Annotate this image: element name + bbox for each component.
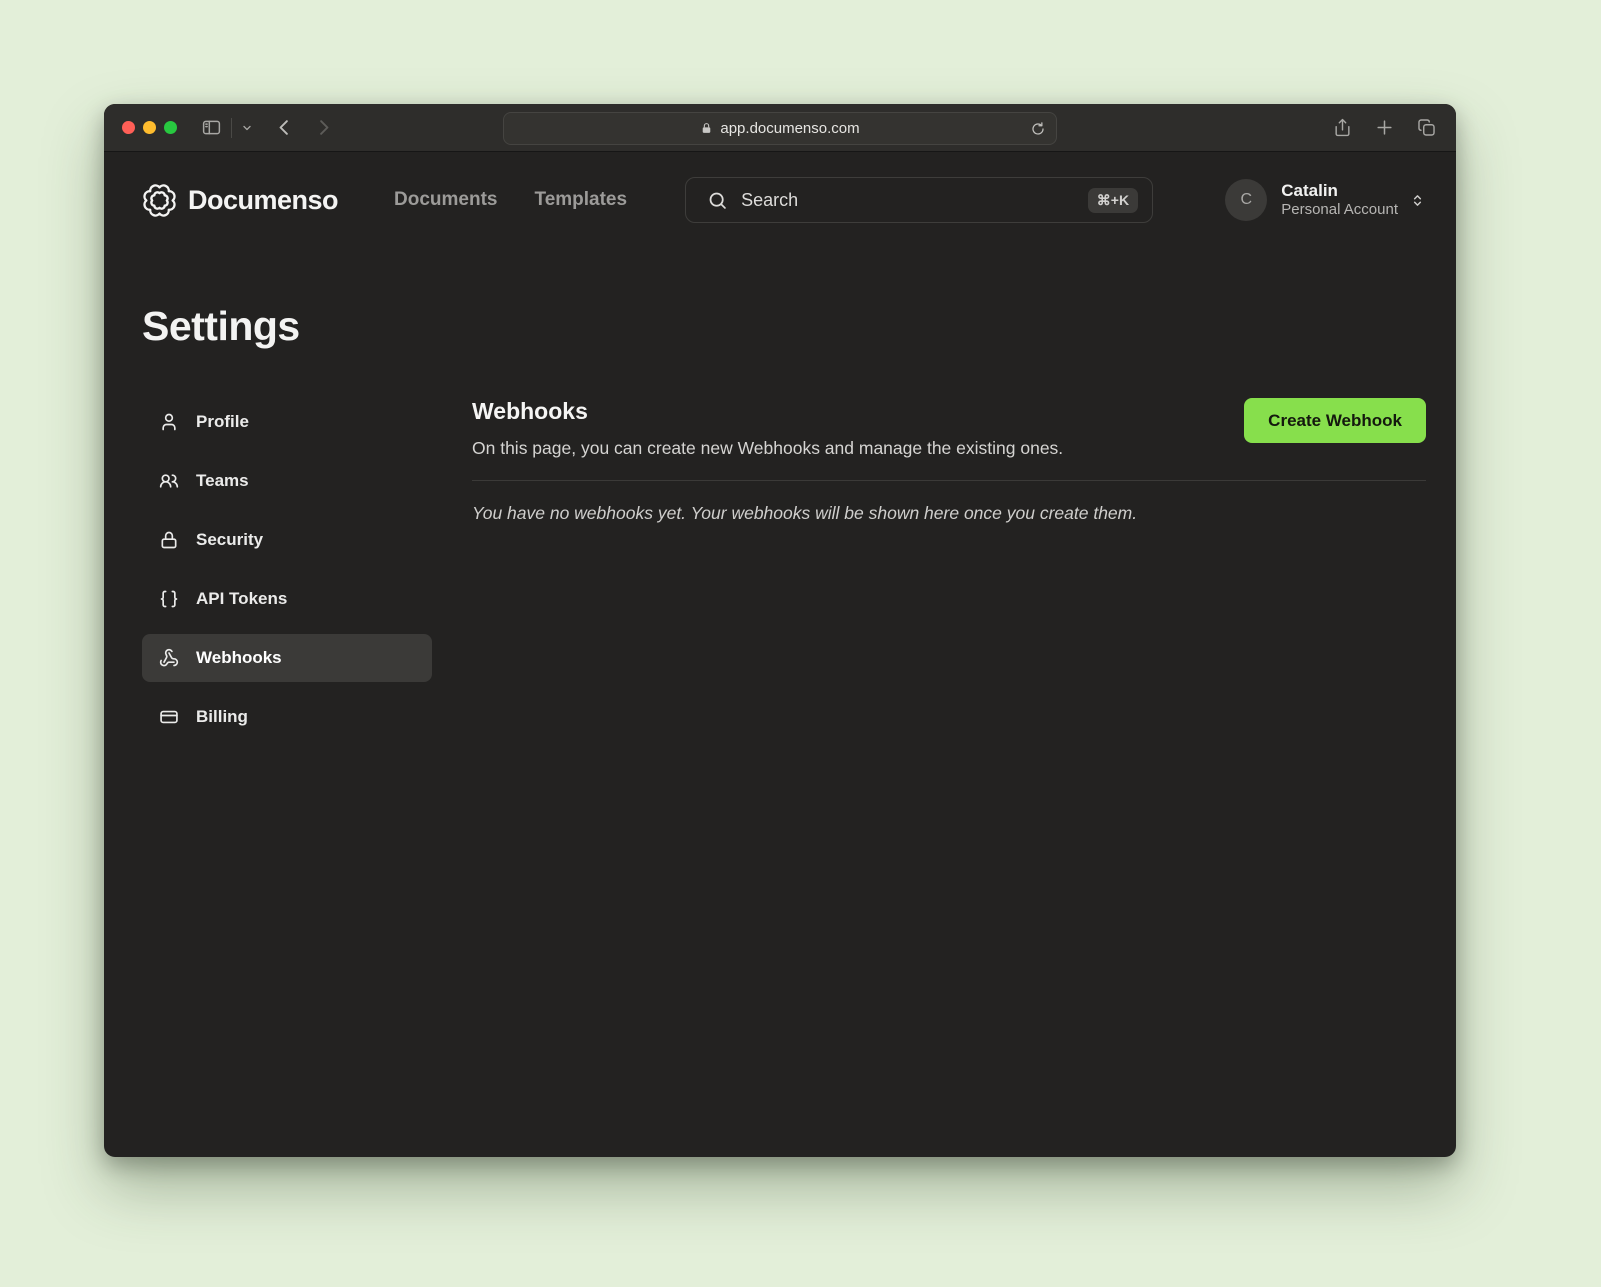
close-window-button[interactable] [122,121,135,134]
minimize-window-button[interactable] [143,121,156,134]
section-description: On this page, you can create new Webhook… [472,438,1063,459]
sidebar-item-webhooks[interactable]: Webhooks [142,634,432,682]
chevrons-up-down-icon [1409,192,1426,209]
settings-page: Settings Profile [104,303,1456,741]
address-bar[interactable]: app.documenso.com [503,112,1057,145]
titlebar-divider [231,118,232,138]
documenso-logo-icon [142,183,177,218]
nav-templates[interactable]: Templates [535,189,628,211]
new-tab-icon[interactable] [1375,118,1394,137]
user-name: Catalin [1281,180,1398,201]
browser-window: app.documenso.com [104,104,1456,1157]
zoom-window-button[interactable] [164,121,177,134]
braces-icon [159,589,179,609]
avatar: C [1225,179,1267,221]
search-shortcut-badge: ⌘+K [1088,188,1138,213]
sidebar-item-label: Profile [196,412,249,432]
app-header: Documenso Documents Templates Search ⌘+K… [104,152,1456,248]
sidebar-item-security[interactable]: Security [142,516,432,564]
sidebar-item-label: Security [196,530,263,550]
empty-state-text: You have no webhooks yet. Your webhooks … [472,503,1426,524]
section-title: Webhooks [472,398,1063,425]
browser-titlebar: app.documenso.com [104,104,1456,152]
sidebar-item-billing[interactable]: Billing [142,693,432,741]
forward-button[interactable] [314,118,333,137]
users-icon [159,471,179,491]
section-divider [472,480,1426,481]
credit-card-icon [159,707,179,727]
sidebar-item-api-tokens[interactable]: API Tokens [142,575,432,623]
webhook-icon [159,648,179,668]
main-nav: Documents Templates [394,189,627,211]
nav-documents[interactable]: Documents [394,189,497,211]
tls-lock-icon [700,122,713,135]
sidebar-item-label: API Tokens [196,589,287,609]
brand-logo[interactable]: Documenso [142,183,338,218]
sidebar-item-label: Webhooks [196,648,282,668]
brand-name: Documenso [188,185,338,216]
url-text: app.documenso.com [720,120,859,137]
sidebar-item-label: Teams [196,471,249,491]
share-icon[interactable] [1333,118,1352,137]
account-menu[interactable]: C Catalin Personal Account [1225,179,1426,221]
user-account-type: Personal Account [1281,201,1398,220]
user-icon [159,412,179,432]
traffic-lights [122,121,177,134]
tab-overview-icon[interactable] [1417,118,1436,137]
create-webhook-button[interactable]: Create Webhook [1244,398,1426,443]
search-placeholder: Search [741,190,798,211]
webhooks-panel: Webhooks On this page, you can create ne… [472,398,1426,524]
lock-icon [159,530,179,550]
sidebar-item-profile[interactable]: Profile [142,398,432,446]
reload-icon[interactable] [1030,121,1046,137]
sidebar-toggle-icon[interactable] [201,117,222,138]
settings-sidebar: Profile Teams Se [142,398,432,741]
page-title: Settings [142,303,1426,350]
sidebar-item-teams[interactable]: Teams [142,457,432,505]
search-icon [707,190,728,211]
sidebar-chevron-down-icon[interactable] [241,122,253,134]
sidebar-item-label: Billing [196,707,248,727]
back-button[interactable] [275,118,294,137]
search-input[interactable]: Search ⌘+K [685,177,1153,223]
